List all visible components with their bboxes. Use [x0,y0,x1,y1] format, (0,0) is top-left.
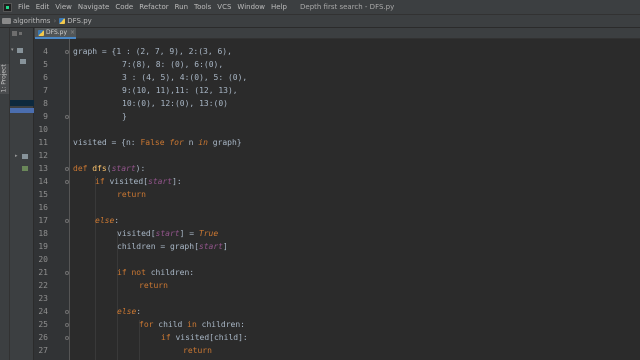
tree-row[interactable] [10,166,34,172]
line-number: 10 [38,125,48,134]
python-file-icon [38,29,44,36]
line-number: 17 [38,216,48,225]
line-number: 27 [38,346,48,355]
code-line-27[interactable]: return [183,344,212,357]
fold-marker-icon[interactable] [65,167,69,171]
code-line-18[interactable]: visited[start] = True [117,227,218,240]
line-number: 21 [38,268,48,277]
tree-row[interactable] [10,59,34,65]
fold-marker-icon[interactable] [65,323,69,327]
library-icon [22,154,28,159]
code-line-19[interactable]: children = graph[start] [117,240,228,253]
line-number: 19 [38,242,48,251]
breadcrumb: algorithms › DFS.py [0,14,640,28]
menu-window[interactable]: Window [234,3,268,11]
line-number: 4 [43,47,48,56]
code-line-11[interactable]: visited = {n: False for n in graph} [73,136,242,149]
line-number: 24 [38,307,48,316]
line-number: 25 [38,320,48,329]
project-panel: ▾ ▸ [10,28,34,360]
chevron-right-icon[interactable]: ▸ [15,153,18,159]
code-line-22[interactable]: return [139,279,168,292]
fold-marker-icon[interactable] [65,219,69,223]
line-number: 8 [43,99,48,108]
folder-icon [17,48,23,53]
fold-marker-icon[interactable] [65,180,69,184]
line-number: 5 [43,60,48,69]
python-file-icon [59,18,66,24]
line-number: 11 [38,138,48,147]
line-number: 6 [43,73,48,82]
code-line-9[interactable]: } [122,110,127,123]
line-number: 18 [38,229,48,238]
tab-dfs-py[interactable]: DFS.py × [35,28,76,39]
folder-icon [20,59,26,64]
menu-view[interactable]: View [52,3,75,11]
editor-tab-bar: DFS.py × [34,28,640,39]
code-line-26[interactable]: if visited[child]: [161,331,248,344]
menu-file[interactable]: File [15,3,33,11]
code-line-21[interactable]: if not children: [117,266,194,279]
code-line-14[interactable]: if visited[start]: [95,175,182,188]
menu-vcs[interactable]: VCS [214,3,234,11]
tree-row[interactable]: ▸ [10,153,34,160]
scratches-icon [22,166,28,171]
tree-row-selected[interactable] [10,108,34,113]
project-view-icon[interactable] [12,30,17,36]
menu-run[interactable]: Run [172,3,191,11]
line-number: 23 [38,294,48,303]
code-line-5[interactable]: 7:(8), 8: (0), 6:(0), [122,58,223,71]
line-number: 13 [38,164,48,173]
menu-edit[interactable]: Edit [33,3,53,11]
code-line-8[interactable]: 10:(0), 12:(0), 13:(0) [122,97,228,110]
fold-marker-icon[interactable] [65,336,69,340]
folder-icon [2,18,11,24]
menu-refactor[interactable]: Refactor [136,3,171,11]
tree-row[interactable]: ▾ [10,47,34,54]
line-number: 7 [43,86,48,95]
code-line-13[interactable]: def dfs(start): [73,162,145,175]
fold-marker-icon[interactable] [65,310,69,314]
breadcrumb-project[interactable]: algorithms [13,17,50,25]
line-number: 14 [38,177,48,186]
code-line-17[interactable]: else: [95,214,119,227]
menu-bar: File Edit View Navigate Code Refactor Ru… [0,0,640,14]
tree-row[interactable] [10,100,34,106]
line-number: 26 [38,333,48,342]
menu-tools[interactable]: Tools [191,3,214,11]
project-panel-header [10,28,33,38]
window-title: Depth first search - DFS.py [300,3,395,11]
fold-marker-icon[interactable] [65,50,69,54]
breadcrumb-file[interactable]: DFS.py [67,17,92,25]
menu-code[interactable]: Code [112,3,136,11]
code-line-15[interactable]: return [117,188,146,201]
menu-help[interactable]: Help [268,3,290,11]
line-number: 12 [38,151,48,160]
chevron-down-icon[interactable]: ▾ [11,47,14,53]
line-number: 20 [38,255,48,264]
code-line-24[interactable]: else: [117,305,141,318]
chevron-right-icon: › [53,17,57,25]
code-line-4[interactable]: graph = {1 : (2, 7, 9), 2:(3, 6), [73,45,232,58]
line-number: 22 [38,281,48,290]
left-tool-strip: 1: Project [0,28,10,360]
line-number: 15 [38,190,48,199]
fold-marker-icon[interactable] [65,115,69,119]
indent-guide [95,176,96,360]
menu-navigate[interactable]: Navigate [75,3,112,11]
line-number: 9 [43,112,48,121]
pycharm-app-icon[interactable] [3,2,12,12]
code-line-6[interactable]: 3 : (4, 5), 4:(0), 5: (0), [122,71,247,84]
tab-label: DFS.py [46,29,68,36]
chevron-down-icon[interactable] [19,31,22,35]
project-tool-window-label: 1: Project [0,64,8,93]
close-icon[interactable]: × [70,29,75,36]
code-line-7[interactable]: 9:(10, 11),11: (12, 13), [122,84,238,97]
code-line-25[interactable]: for child in children: [139,318,245,331]
fold-marker-icon[interactable] [65,271,69,275]
line-number: 16 [38,203,48,212]
